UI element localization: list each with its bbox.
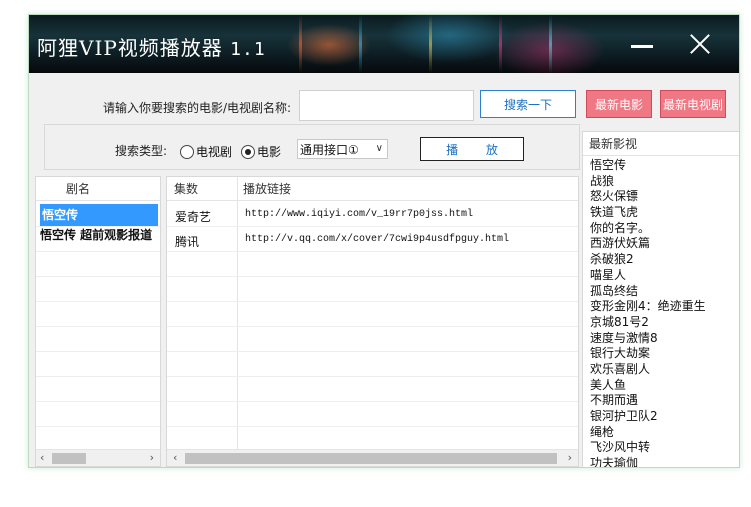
- latest-item[interactable]: 不期而遇: [590, 393, 706, 409]
- new-movies-button[interactable]: 最新电影: [586, 90, 652, 118]
- window-title: 阿狸VIP视频播放器 1.1: [37, 32, 266, 61]
- latest-item[interactable]: 功夫瑜伽: [590, 456, 706, 467]
- link-source: 腾讯: [175, 235, 200, 249]
- row-divider: [36, 226, 160, 227]
- latest-item[interactable]: 美人鱼: [590, 378, 706, 394]
- row-divider: [36, 251, 160, 252]
- latest-item[interactable]: 怒火保镖: [590, 189, 706, 205]
- row-divider: [36, 376, 160, 377]
- latest-list[interactable]: 最新影视 悟空传 战狼 怒火保镖 铁道飞虎 你的名字。 西游伏妖篇 杀破狼2 喵…: [582, 131, 739, 467]
- title-decoration: [499, 15, 502, 73]
- row-divider: [167, 226, 578, 227]
- latest-item[interactable]: 欢乐喜剧人: [590, 362, 706, 378]
- play-link[interactable]: http://www.iqiyi.com/v_19rr7p0jss.html: [245, 209, 473, 220]
- chevron-down-icon: ∨: [375, 143, 383, 154]
- row-divider: [36, 351, 160, 352]
- name-item-selected[interactable]: 悟空传: [40, 204, 158, 226]
- title-decoration: [299, 15, 302, 73]
- link-source: 爱奇艺: [175, 210, 212, 224]
- minimize-button[interactable]: [627, 29, 657, 59]
- close-button[interactable]: [685, 29, 715, 59]
- title-decoration: [549, 15, 552, 73]
- latest-item[interactable]: 飞沙风中转: [590, 440, 706, 456]
- row-divider: [167, 401, 578, 402]
- search-label: 请输入你要搜索的电影/电视剧名称:: [103, 101, 292, 115]
- links-header-row: 集数 播放链接: [167, 177, 578, 201]
- play-link[interactable]: http://v.qq.com/x/cover/7cwi9p4usdfpguy.…: [245, 234, 509, 245]
- latest-item[interactable]: 西游伏妖篇: [590, 236, 706, 252]
- latest-items: 悟空传 战狼 怒火保镖 铁道飞虎 你的名字。 西游伏妖篇 杀破狼2 喵星人 孤岛…: [590, 158, 706, 467]
- radio-movie-dot: [241, 144, 255, 159]
- scrollbar-thumb[interactable]: [185, 453, 557, 464]
- latest-item[interactable]: 银行大劫案: [590, 346, 706, 362]
- radio-tv-series[interactable]: 电视剧: [180, 143, 232, 160]
- play-button[interactable]: 播 放: [420, 137, 524, 161]
- links-table[interactable]: 集数 播放链接 爱奇艺 http://www.iqiyi.com/v_19rr7…: [166, 176, 579, 467]
- row-divider: [36, 401, 160, 402]
- radio-movie-label: 电影: [257, 145, 282, 159]
- latest-item[interactable]: 铁道飞虎: [590, 205, 706, 221]
- row-divider: [36, 326, 160, 327]
- links-horizontal-scrollbar[interactable]: ‹ ›: [167, 449, 578, 466]
- row-divider: [167, 326, 578, 327]
- scroll-left-icon[interactable]: ‹: [173, 451, 177, 464]
- app-window: 阿狸VIP视频播放器 1.1 请输入你要搜索的电影/电视剧名称: 搜索一下 最新…: [28, 14, 740, 468]
- play-link-column-header: 播放链接: [243, 182, 292, 196]
- app-name: 阿狸VIP视频播放器: [37, 36, 223, 60]
- new-tv-button[interactable]: 最新电视剧: [660, 90, 726, 118]
- latest-item[interactable]: 变形金刚4：绝迹重生: [590, 299, 706, 315]
- latest-item[interactable]: 速度与激情8: [590, 331, 706, 347]
- title-decoration: [429, 15, 432, 73]
- title-bar[interactable]: 阿狸VIP视频播放器 1.1: [29, 15, 739, 73]
- names-list[interactable]: 剧名 悟空传 悟空传 超前观影报道 ‹ ›: [35, 176, 161, 467]
- search-input[interactable]: [299, 90, 474, 121]
- latest-header: 最新影视: [583, 132, 739, 156]
- name-item[interactable]: 悟空传 超前观影报道: [40, 229, 158, 242]
- scroll-right-icon[interactable]: ›: [150, 451, 154, 464]
- episodes-column-header: 集数: [174, 182, 199, 196]
- scroll-right-icon[interactable]: ›: [568, 451, 572, 464]
- latest-item[interactable]: 喵星人: [590, 268, 706, 284]
- row-divider: [167, 251, 578, 252]
- row-divider: [167, 301, 578, 302]
- row-divider: [167, 276, 578, 277]
- latest-item[interactable]: 绳枪: [590, 425, 706, 441]
- search-button[interactable]: 搜索一下: [480, 90, 576, 118]
- latest-item[interactable]: 银河护卫队2: [590, 409, 706, 425]
- names-header: 剧名: [36, 177, 160, 201]
- app-version: 1.1: [230, 39, 266, 60]
- column-divider: [237, 177, 238, 449]
- row-divider: [36, 426, 160, 427]
- latest-item[interactable]: 孤岛终结: [590, 284, 706, 300]
- radio-tv-series-dot: [180, 144, 194, 159]
- names-horizontal-scrollbar[interactable]: ‹ ›: [36, 449, 160, 466]
- row-divider: [167, 426, 578, 427]
- search-type-label: 搜索类型:: [115, 144, 168, 158]
- radio-movie[interactable]: 电影: [241, 143, 281, 160]
- latest-item[interactable]: 京城81号2: [590, 315, 706, 331]
- api-select-value: 通用接口①: [300, 142, 359, 157]
- scrollbar-thumb[interactable]: [52, 453, 86, 464]
- title-decoration: [359, 15, 362, 73]
- api-select[interactable]: 通用接口① ∨: [297, 139, 388, 159]
- radio-tv-series-label: 电视剧: [196, 145, 233, 159]
- row-divider: [36, 276, 160, 277]
- row-divider: [167, 351, 578, 352]
- latest-item[interactable]: 悟空传: [590, 158, 706, 174]
- latest-item[interactable]: 战狼: [590, 174, 706, 190]
- row-divider: [167, 376, 578, 377]
- row-divider: [36, 301, 160, 302]
- latest-item[interactable]: 你的名字。: [590, 221, 706, 237]
- scroll-left-icon[interactable]: ‹: [40, 451, 44, 464]
- latest-item[interactable]: 杀破狼2: [590, 252, 706, 268]
